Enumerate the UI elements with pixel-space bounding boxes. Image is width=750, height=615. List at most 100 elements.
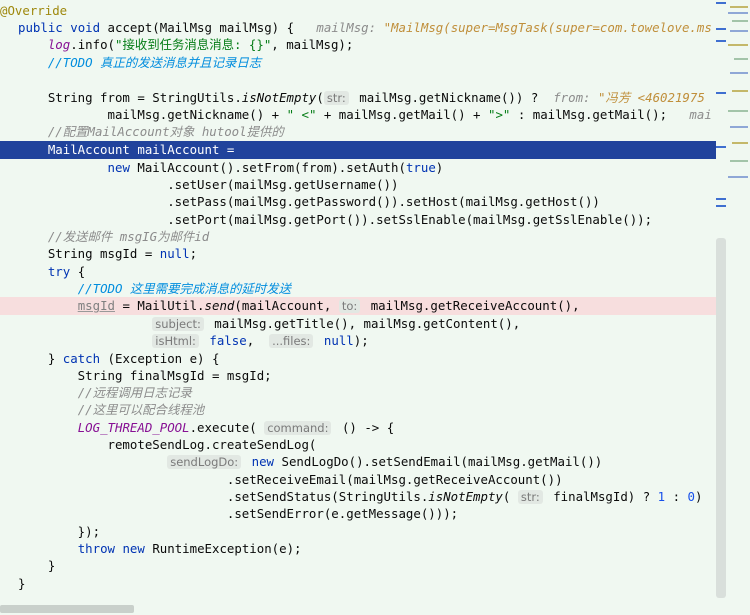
keyword: false [209,333,247,348]
code-line-34: } [18,575,734,592]
code-line-20: isHtml: false, ...files: null); [18,332,734,349]
string-literal: ">" [487,107,511,122]
minimap-mark [730,30,748,32]
code-text: .setReceiveEmail(mailMsg.getReceiveAccou… [18,472,563,487]
code-text: .info( [70,37,115,52]
string-literal: "接收到任务消息消息: {}" [115,37,272,52]
code-text: ) [694,489,703,504]
minimap-mark [732,90,748,92]
horizontal-scrollbar-thumb[interactable] [0,605,134,613]
minimap-mark [728,12,748,14]
code-text: String msgId = [18,246,160,261]
code-line-2: public void accept(MailMsg mailMsg) { ma… [18,19,734,36]
method-signature: accept(MailMsg mailMsg) { [100,20,295,35]
minimap-mark [728,176,748,178]
stripe-marker[interactable] [716,92,726,94]
code-text: } [18,351,63,366]
comment: //配置MailAccount对象 hutool提供的 [47,124,284,139]
keyword: new [251,454,275,469]
comment: //发送邮件 msgIG为邮件id [47,229,210,244]
code-text: ; [189,246,198,261]
stripe-marker[interactable] [716,28,726,30]
keyword: try [47,264,71,279]
code-line-19: subject: mailMsg.getTitle(), mailMsg.get… [18,315,734,332]
code-text: .setUser(mailMsg.getUsername()) [18,177,399,192]
stripe-marker[interactable] [716,2,726,4]
code-text: remoteSendLog.createSendLog( [18,437,317,452]
code-line-12: .setPass(mailMsg.getPassword()).setHost(… [18,193,734,210]
code-text: .setPass(mailMsg.getPassword()).setHost(… [18,194,600,209]
code-line-22: String finalMsgId = msgId; [18,367,734,384]
code-text: ) [435,160,444,175]
code-line-26: remoteSendLog.createSendLog( [18,436,734,453]
code-editor[interactable]: @Override public void accept(MailMsg mai… [0,0,716,604]
parameter-hint: command: [264,421,332,435]
log-field: log [47,37,71,52]
stripe-marker[interactable] [716,205,726,207]
code-text: { [70,264,86,279]
code-text: } [18,558,56,573]
code-text: (Exception e) { [100,351,220,366]
code-text: , [246,333,270,348]
code-text: = MailUtil. [115,298,205,313]
stripe-marker[interactable] [716,198,726,200]
comment: //远程调用日志记录 [77,385,192,400]
code-text: }); [18,524,101,539]
stripe-marker[interactable] [716,40,726,42]
keyword: null [323,333,354,348]
inline-debug-label: mai [689,107,712,122]
parameter-hint: isHtml: [152,334,199,348]
keyword: new [107,160,130,175]
inline-debug-label: mailMsg: [294,20,384,35]
parameter-hint: str: [517,490,543,504]
code-text: mailMsg.getNickname() + [18,107,287,122]
minimap-mark [728,110,748,112]
inline-debug-value: "MailMsg(super=MsgTask(super=com.towelov… [383,20,712,35]
code-line-4: //TODO 真正的发送消息并且记录日志 [18,54,734,71]
static-method: isNotEmpty [428,489,503,504]
code-text: finalMsgId) ? [545,489,658,504]
minimap-mark [730,160,748,162]
code-text: mailMsg.getReceiveAccount(), [363,298,580,313]
code-line-29: .setSendStatus(StringUtils.isNotEmpty( s… [18,488,734,505]
code-text: ); [353,333,369,348]
code-text: .setSendError(e.getMessage())); [18,506,459,521]
parameter-hint: to: [338,299,361,313]
keyword: new [122,541,145,556]
todo-comment: //TODO 这里需要完成消息的延时发送 [77,281,291,296]
code-line-24: //这里可以配合线程池 [18,401,734,418]
code-line-13: .setPort(mailMsg.getPort()).setSslEnable… [18,211,734,228]
code-line-32: throw new RuntimeException(e); [18,540,734,557]
vertical-scrollbar-thumb[interactable] [716,238,726,598]
code-text: : mailMsg.getMail(); [510,107,690,122]
stripe-marker[interactable] [716,146,726,148]
static-field: LOG_THREAD_POOL [77,420,190,435]
code-line-30: .setSendError(e.getMessage())); [18,505,734,522]
code-line-25: LOG_THREAD_POOL.execute( command: () -> … [18,419,734,436]
code-text: : [665,489,688,504]
code-line-8: //配置MailAccount对象 hutool提供的 [18,123,734,140]
code-line-16: try { [18,263,734,280]
code-text: } [18,576,26,591]
code-line-3: log.info("接收到任务消息消息: {}", mailMsg); [18,36,734,53]
keyword: throw [77,541,115,556]
keyword: void [70,20,101,35]
code-line-21: } catch (Exception e) { [18,350,734,367]
code-text: String finalMsgId = msgId; [18,368,272,383]
minimap-mark [732,20,748,22]
code-text: String from = StringUtils. [18,90,242,105]
code-text: ( [316,90,324,105]
code-line-31: }); [18,523,734,540]
